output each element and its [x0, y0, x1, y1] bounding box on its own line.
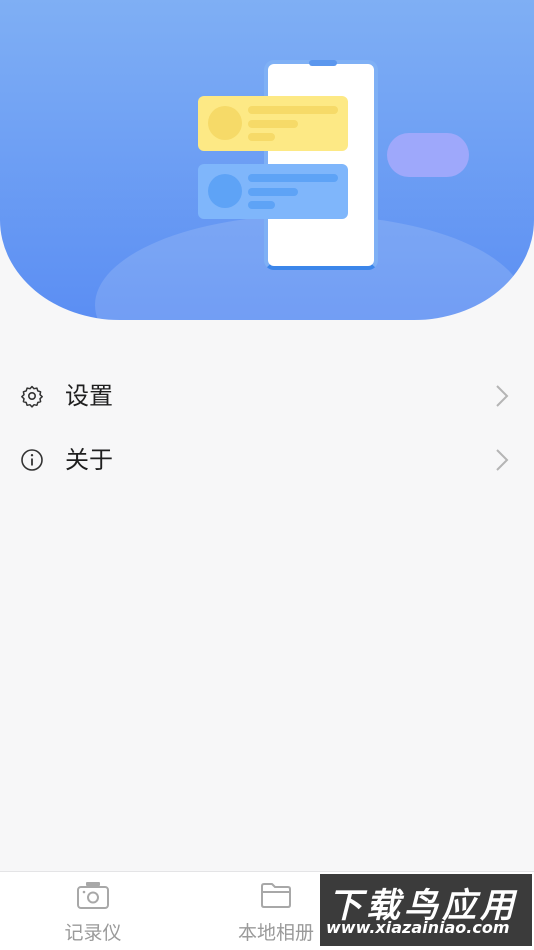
info-icon — [21, 449, 43, 471]
folder-icon — [261, 883, 291, 908]
notification-card-illustration — [198, 164, 348, 219]
card-line — [248, 201, 275, 209]
chat-bubble-illustration — [387, 133, 469, 177]
menu-item-about[interactable]: 关于 — [0, 428, 534, 492]
tab-label: 记录仪 — [64, 922, 122, 944]
card-line — [248, 188, 298, 196]
watermark-url: www.xiazainiao.com — [326, 918, 510, 937]
menu-item-label: 关于 — [65, 446, 113, 474]
card-line — [248, 106, 338, 114]
menu-item-label: 设置 — [65, 382, 113, 410]
watermark-logo: 下载鸟应用 www.xiazainiao.com — [320, 874, 532, 946]
hero-banner — [0, 0, 534, 320]
card-avatar — [208, 106, 242, 140]
chevron-right-icon — [496, 385, 509, 407]
card-line — [248, 133, 275, 141]
tab-recorder[interactable]: 记录仪 — [13, 872, 173, 950]
notification-card-illustration — [198, 96, 348, 151]
chevron-right-icon — [496, 449, 509, 471]
card-avatar — [208, 174, 242, 208]
phone-notch — [309, 60, 337, 66]
camera-icon — [77, 882, 109, 909]
card-line — [248, 120, 298, 128]
card-line — [248, 174, 338, 182]
gear-icon — [21, 385, 43, 408]
menu-item-settings[interactable]: 设置 — [0, 364, 534, 428]
settings-menu: 设置 关于 — [0, 364, 534, 492]
